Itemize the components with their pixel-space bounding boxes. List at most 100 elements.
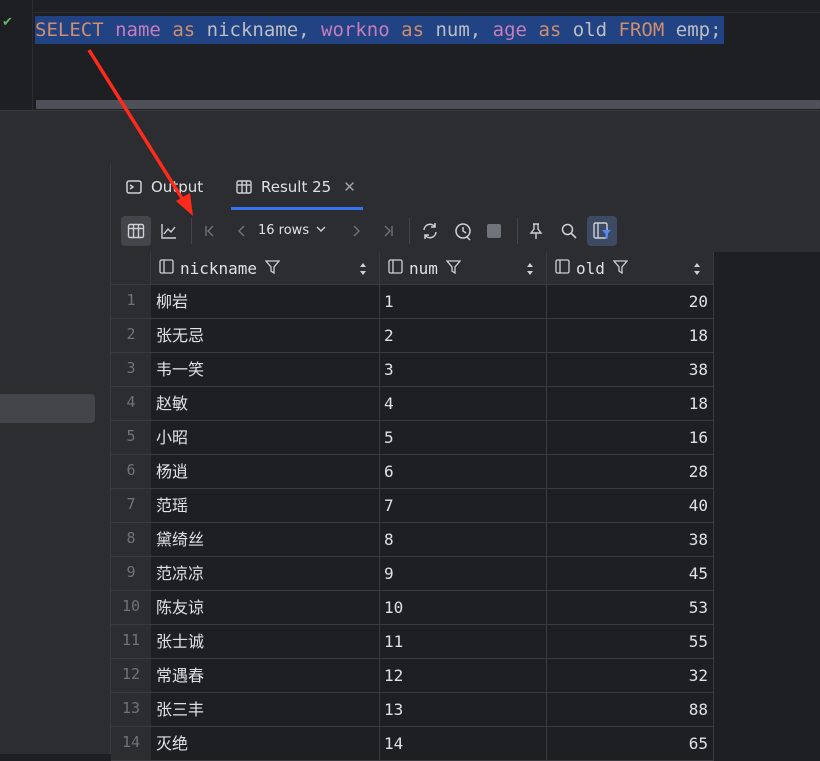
sql-token-keyword: as bbox=[538, 19, 562, 41]
cell-nickname[interactable]: 张三丰 bbox=[151, 693, 380, 726]
refresh-icon[interactable] bbox=[415, 216, 445, 246]
cell-old[interactable]: 40 bbox=[547, 489, 714, 522]
sql-token-plain: num, bbox=[424, 19, 493, 41]
sql-token-keyword: FROM bbox=[618, 19, 665, 41]
history-icon[interactable] bbox=[448, 216, 478, 246]
editor-gutter: ✔ bbox=[0, 0, 33, 110]
cell-old[interactable]: 38 bbox=[547, 353, 714, 386]
cell-old[interactable]: 16 bbox=[547, 421, 714, 454]
sql-token-plain bbox=[104, 19, 115, 41]
cell-old[interactable]: 65 bbox=[547, 727, 714, 760]
sql-query-line[interactable]: SELECT name as nickname, workno as num, … bbox=[35, 16, 724, 44]
cell-old[interactable]: 32 bbox=[547, 659, 714, 692]
table-row[interactable]: 11 张士诚 11 55 bbox=[111, 625, 714, 659]
cell-num[interactable]: 8 bbox=[380, 523, 547, 556]
cell-nickname[interactable]: 杨逍 bbox=[151, 455, 380, 488]
cell-num[interactable]: 11 bbox=[380, 625, 547, 658]
cell-old[interactable]: 20 bbox=[547, 285, 714, 318]
cell-nickname[interactable]: 范凉凉 bbox=[151, 557, 380, 590]
cell-old[interactable]: 28 bbox=[547, 455, 714, 488]
tab-output[interactable]: Output bbox=[125, 164, 203, 210]
cell-old[interactable]: 45 bbox=[547, 557, 714, 590]
table-row[interactable]: 9 范凉凉 9 45 bbox=[111, 557, 714, 591]
sort-icon[interactable] bbox=[359, 261, 367, 280]
cell-num[interactable]: 12 bbox=[380, 659, 547, 692]
cell-nickname[interactable]: 灭绝 bbox=[151, 727, 380, 760]
row-count-dropdown[interactable]: 16 rows bbox=[258, 216, 327, 246]
pin-icon[interactable] bbox=[521, 216, 551, 246]
next-page-icon[interactable] bbox=[341, 216, 371, 246]
cell-num[interactable]: 6 bbox=[380, 455, 547, 488]
cell-nickname[interactable]: 韦一笑 bbox=[151, 353, 380, 386]
cell-nickname[interactable]: 常遇春 bbox=[151, 659, 380, 692]
filter-panel-icon[interactable] bbox=[587, 216, 617, 246]
column-title: old bbox=[576, 258, 605, 278]
table-row[interactable]: 3 韦一笑 3 38 bbox=[111, 353, 714, 387]
left-panel-selected-item[interactable] bbox=[0, 394, 95, 423]
table-row[interactable]: 10 陈友谅 10 53 bbox=[111, 591, 714, 625]
tab-result-25[interactable]: Result 25 ✕ bbox=[235, 164, 356, 210]
previous-line bbox=[33, 0, 820, 13]
table-row[interactable]: 13 张三丰 13 88 bbox=[111, 693, 714, 727]
table-view-icon[interactable] bbox=[121, 216, 151, 246]
last-page-icon[interactable] bbox=[373, 216, 403, 246]
cell-old[interactable]: 18 bbox=[547, 319, 714, 352]
cell-old[interactable]: 18 bbox=[547, 387, 714, 420]
cell-num[interactable]: 10 bbox=[380, 591, 547, 624]
table-row[interactable]: 7 范瑶 7 40 bbox=[111, 489, 714, 523]
cell-num[interactable]: 3 bbox=[380, 353, 547, 386]
row-number: 8 bbox=[111, 523, 151, 556]
column-header-old[interactable]: old bbox=[547, 252, 714, 284]
sort-icon[interactable] bbox=[693, 261, 701, 280]
cell-nickname[interactable]: 小昭 bbox=[151, 421, 380, 454]
result-toolbar: 16 rows bbox=[111, 210, 820, 253]
cell-nickname[interactable]: 赵敏 bbox=[151, 387, 380, 420]
prev-page-icon[interactable] bbox=[227, 216, 257, 246]
table-row[interactable]: 4 赵敏 4 18 bbox=[111, 387, 714, 421]
filter-icon[interactable] bbox=[612, 259, 629, 278]
sort-icon[interactable] bbox=[526, 261, 534, 280]
table-row[interactable]: 1 柳岩 1 20 bbox=[111, 285, 714, 319]
first-page-icon[interactable] bbox=[195, 216, 225, 246]
stop-icon[interactable] bbox=[479, 216, 509, 246]
cell-old[interactable]: 38 bbox=[547, 523, 714, 556]
table-row[interactable]: 8 黛绮丝 8 38 bbox=[111, 523, 714, 557]
cell-nickname[interactable]: 范瑶 bbox=[151, 489, 380, 522]
column-header-nickname[interactable]: nickname bbox=[151, 252, 380, 284]
cell-num[interactable]: 2 bbox=[380, 319, 547, 352]
filter-icon[interactable] bbox=[445, 259, 462, 278]
cell-num[interactable]: 14 bbox=[380, 727, 547, 760]
table-row[interactable]: 14 灭绝 14 65 bbox=[111, 727, 714, 761]
cell-nickname[interactable]: 张士诚 bbox=[151, 625, 380, 658]
cell-num[interactable]: 5 bbox=[380, 421, 547, 454]
horizontal-scrollbar[interactable] bbox=[36, 100, 820, 109]
cell-old[interactable]: 55 bbox=[547, 625, 714, 658]
column-header-num[interactable]: num bbox=[380, 252, 547, 284]
cell-nickname[interactable]: 张无忌 bbox=[151, 319, 380, 352]
cell-nickname[interactable]: 黛绮丝 bbox=[151, 523, 380, 556]
chart-view-icon[interactable] bbox=[154, 216, 184, 246]
toolbar-separator bbox=[409, 218, 410, 244]
cell-num[interactable]: 9 bbox=[380, 557, 547, 590]
cell-nickname[interactable]: 柳岩 bbox=[151, 285, 380, 318]
filter-icon[interactable] bbox=[264, 259, 281, 278]
table-row[interactable]: 5 小昭 5 16 bbox=[111, 421, 714, 455]
search-icon[interactable] bbox=[554, 216, 584, 246]
close-icon[interactable]: ✕ bbox=[343, 178, 356, 196]
row-number: 7 bbox=[111, 489, 151, 522]
cell-num[interactable]: 7 bbox=[380, 489, 547, 522]
cell-num[interactable]: 4 bbox=[380, 387, 547, 420]
cell-num[interactable]: 1 bbox=[380, 285, 547, 318]
panel-splitter[interactable] bbox=[0, 110, 820, 165]
sql-editor[interactable]: ✔ SELECT name as nickname, workno as num… bbox=[0, 0, 820, 110]
sql-token-field: workno bbox=[321, 19, 390, 41]
table-row[interactable]: 6 杨逍 6 28 bbox=[111, 455, 714, 489]
console-icon bbox=[126, 180, 142, 194]
column-icon bbox=[159, 258, 174, 278]
cell-num[interactable]: 13 bbox=[380, 693, 547, 726]
cell-nickname[interactable]: 陈友谅 bbox=[151, 591, 380, 624]
table-row[interactable]: 12 常遇春 12 32 bbox=[111, 659, 714, 693]
cell-old[interactable]: 53 bbox=[547, 591, 714, 624]
cell-old[interactable]: 88 bbox=[547, 693, 714, 726]
table-row[interactable]: 2 张无忌 2 18 bbox=[111, 319, 714, 353]
